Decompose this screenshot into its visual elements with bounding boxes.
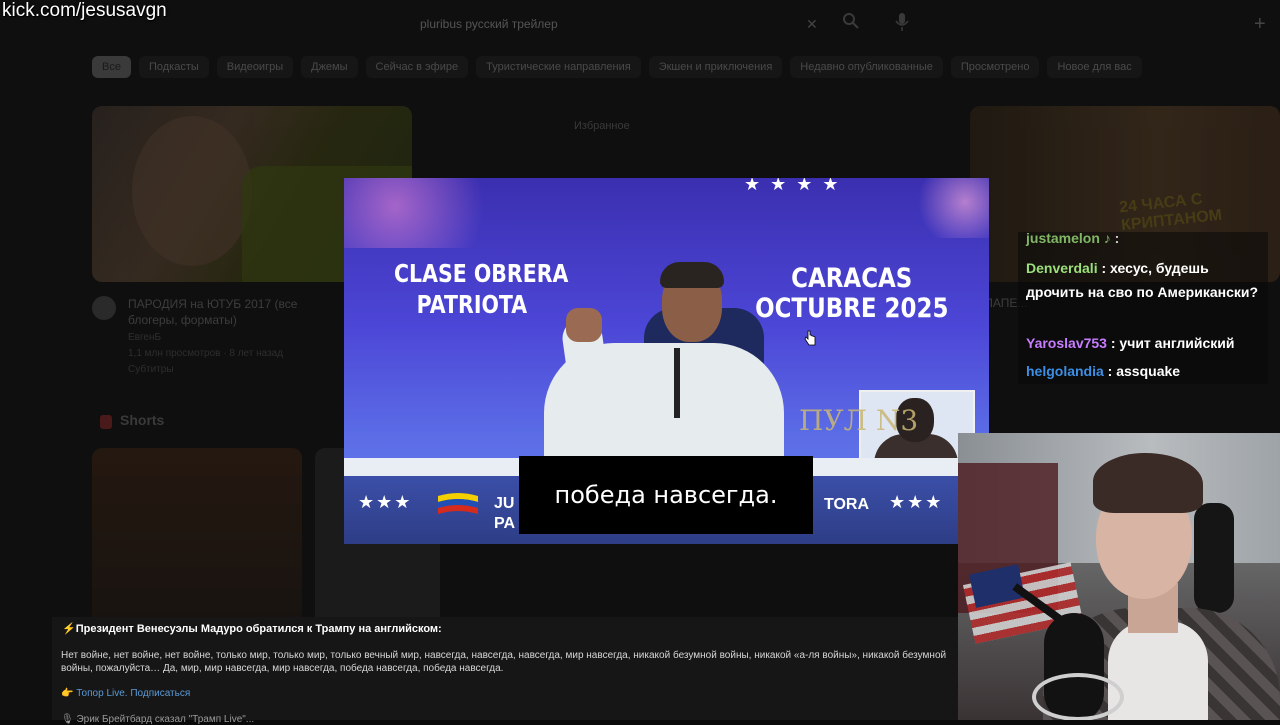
mic-icon: [895, 13, 909, 31]
chat-message: Yaroslav753 : учит английский: [1026, 331, 1266, 355]
chip-jams: Джемы: [301, 56, 358, 78]
video-banner-right-line: OCTUBRE 2025: [755, 293, 949, 324]
background-short-thumbnail: [92, 448, 302, 628]
shorts-icon: [100, 415, 112, 429]
venezuela-flag-icon: [438, 493, 478, 514]
chip-new: Новое для вас: [1047, 56, 1142, 78]
chip-watched: Просмотрено: [950, 56, 1040, 78]
chip-all: Все: [92, 56, 131, 78]
chat-message: Denverdali : хесус, будешь дрочить на св…: [1026, 256, 1266, 304]
background-search-query: pluribus русский трейлер: [420, 17, 558, 31]
background-video-channel: ЕвгенБ: [128, 332, 162, 343]
video-decoration: [344, 178, 514, 248]
video-bottom-text-line: JU: [494, 495, 515, 512]
video-bottom-text-right: TORA: [824, 496, 870, 513]
streamer-hair: [1093, 453, 1203, 513]
video-banner-left: CLASE OBRERA PATRIOTA: [394, 258, 569, 320]
chip-action: Экшен и приключения: [648, 56, 783, 78]
stars-decoration: ★★★★: [744, 178, 849, 194]
create-icon: +: [1254, 13, 1266, 35]
chip-travel: Туристические направления: [476, 56, 641, 78]
search-icon: [843, 13, 859, 29]
chat-text: : assquake: [1103, 363, 1181, 379]
news-video-frame[interactable]: ★★★★ CLASE OBRERA PATRIOTA CARACAS OCTUB…: [344, 178, 989, 544]
clear-icon: ✕: [806, 16, 818, 32]
subscribe-link[interactable]: Топор Live. Подписаться: [76, 688, 190, 699]
video-watermark: ПУЛ N3: [799, 404, 919, 437]
mic-shock-mount: [1032, 673, 1124, 720]
video-bottom-text-line: PA: [494, 515, 516, 532]
video-banner-right-line: CARACAS: [791, 263, 913, 294]
stars-decoration: ★★★: [889, 492, 944, 512]
background-video-tag: Субтитры: [128, 364, 174, 375]
video-speaker-fist: [566, 308, 602, 342]
chat-message: helgolandia : assquake: [1026, 359, 1266, 383]
webcam-chair: [1194, 503, 1234, 613]
chip-recent: Недавно опубликованные: [790, 56, 943, 78]
video-banner-left-line: PATRIOTA: [416, 290, 528, 319]
streamer-webcam: [958, 433, 1280, 720]
chat-message: justamelon ♪ :: [1026, 226, 1266, 250]
chip-live: Сейчас в эфире: [365, 56, 469, 78]
background-video-title: ПАРОДИЯ на ЮТУБ 2017 (все блогеры, форма…: [128, 297, 298, 327]
video-banner-left-line: CLASE OBRERA: [394, 259, 569, 288]
background-shorts-label: Shorts: [120, 412, 165, 428]
chat-username: Denverdali: [1026, 260, 1098, 276]
chip-podcasts: Подкасты: [138, 56, 209, 78]
stars-decoration: ★★★: [358, 492, 413, 512]
news-post-link-row: 👉 Топор Live. Подписаться: [61, 688, 190, 699]
video-speaker-hair: [660, 262, 724, 288]
video-subtitle: победа навсегда.: [554, 481, 778, 509]
pointing-hand-icon: 👉: [61, 688, 74, 699]
video-podium-mic: [674, 348, 680, 418]
chip-games: Видеоигры: [216, 56, 294, 78]
video-bottom-text-left: JU PA: [494, 494, 515, 534]
video-banner-right: CARACAS OCTUBRE 2025: [754, 264, 950, 324]
video-decoration: [909, 178, 989, 238]
background-channel-avatar: [92, 296, 116, 320]
news-post-body: Нет войне, нет войне, нет войне, только …: [61, 650, 947, 674]
news-post-title: ⚡Президент Венесуэлы Мадуро обратился к …: [62, 623, 442, 635]
chat-username: justamelon ♪: [1026, 230, 1111, 246]
stream-url: kick.com/jesusavgn: [2, 0, 167, 21]
stream-chat-overlay: justamelon ♪ : Denverdali : хесус, будеш…: [1018, 230, 1268, 384]
chat-username: helgolandia: [1026, 363, 1104, 379]
background-chip-bar: Все Подкасты Видеоигры Джемы Сейчас в эф…: [92, 56, 1142, 78]
chat-text: : учит английский: [1106, 335, 1235, 351]
hand-cursor-icon: [804, 330, 816, 346]
background-video-meta: 1,1 млн просмотров · 8 лет назад: [128, 348, 284, 359]
chat-text: :: [1110, 230, 1120, 246]
background-card-title: Избранное: [574, 120, 630, 132]
chat-username: Yaroslav753: [1026, 335, 1107, 351]
streamer-tshirt: [1108, 621, 1208, 720]
